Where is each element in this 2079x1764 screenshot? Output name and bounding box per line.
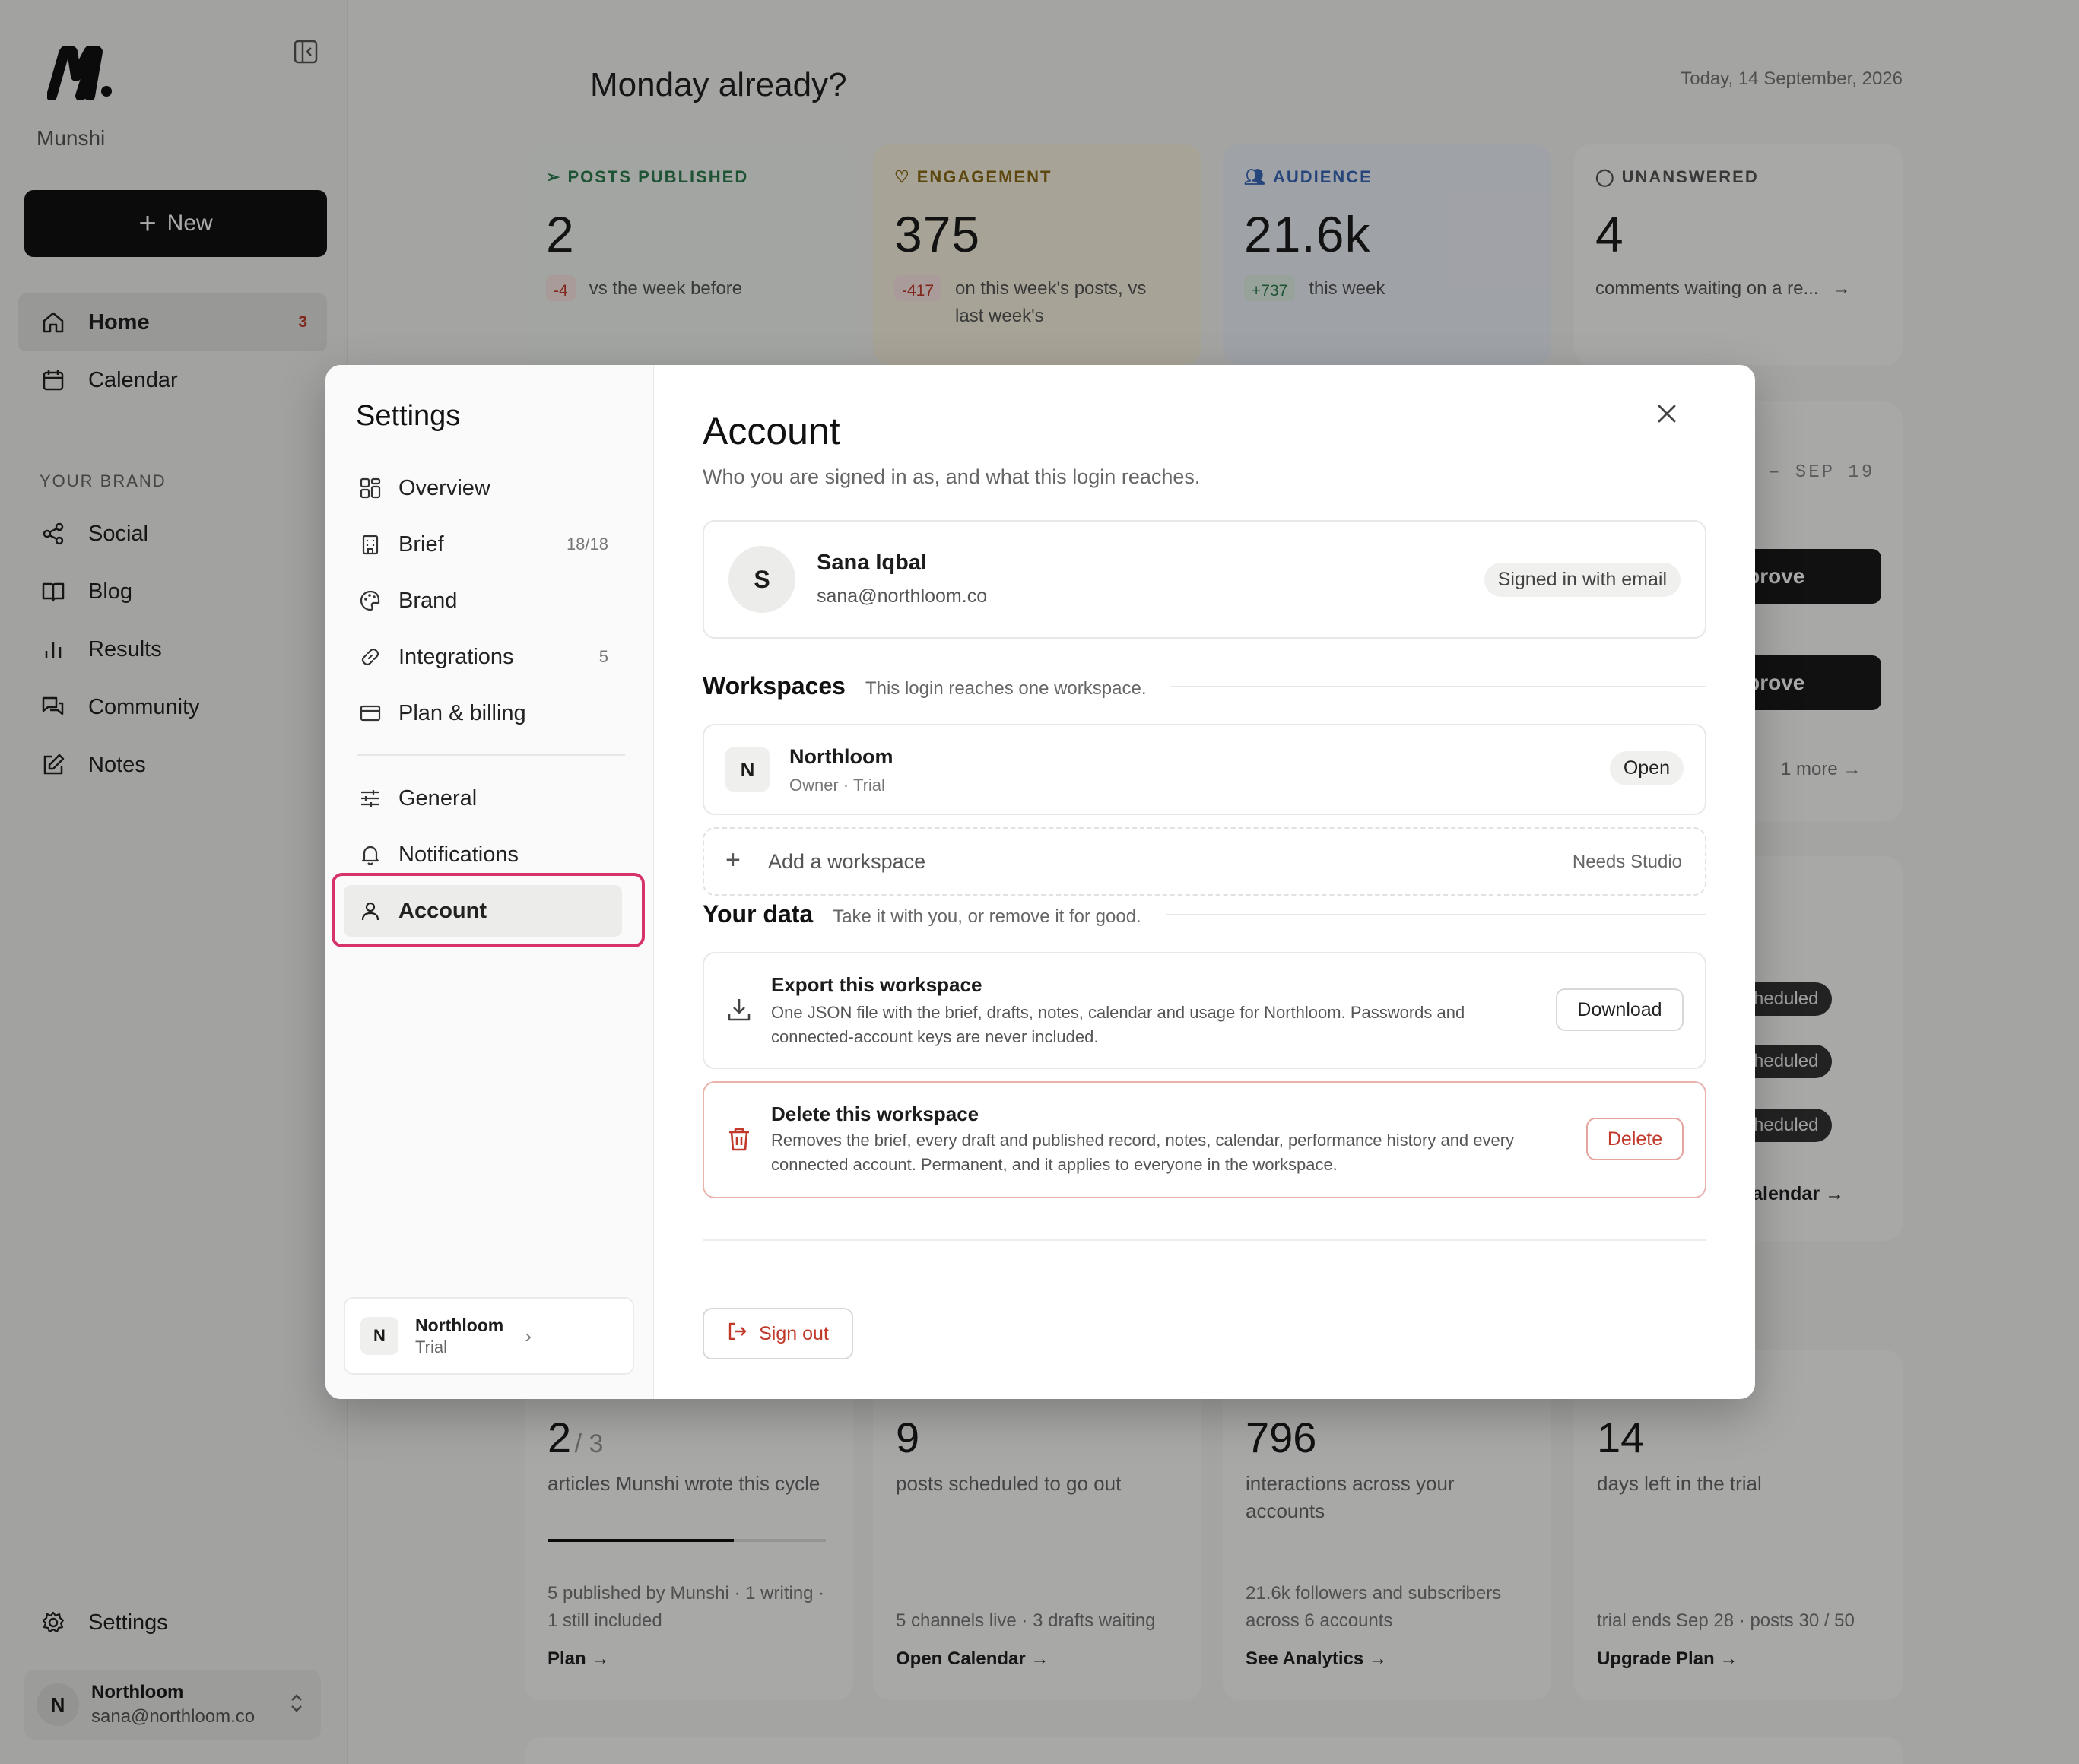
grid-icon	[357, 475, 383, 501]
menu-brand[interactable]: Brand	[344, 575, 622, 627]
account-panel: Account Who you are signed in as, and wh…	[703, 365, 1706, 1399]
menu-brief[interactable]: Brief 18/18	[344, 519, 622, 570]
section-divider	[1170, 685, 1706, 687]
menu-label: General	[398, 785, 478, 811]
export-title: Export this workspace	[771, 973, 982, 996]
menu-general[interactable]: General	[344, 773, 622, 824]
add-workspace-label: Add a workspace	[768, 850, 926, 873]
section-subtitle: Take it with you, or remove it for good.	[833, 906, 1141, 927]
avatar: S	[728, 546, 795, 613]
page-subtitle: Who you are signed in as, and what this …	[703, 465, 1201, 488]
plus-icon: +	[725, 846, 741, 874]
delete-workspace-card: Delete this workspace Removes the brief,…	[703, 1081, 1706, 1198]
link-icon	[357, 644, 383, 670]
sign-out-label: Sign out	[759, 1322, 829, 1344]
settings-menu: Settings Overview Brief 18/18 Brand Inte…	[325, 365, 654, 1399]
menu-label: Brief	[398, 531, 444, 557]
page-title: Account	[703, 410, 840, 452]
delete-description: Removes the brief, every draft and publi…	[771, 1131, 1515, 1174]
export-description: One JSON file with the brief, drafts, no…	[771, 1003, 1465, 1046]
settings-modal: Settings Overview Brief 18/18 Brand Inte…	[325, 365, 1755, 1399]
download-icon	[725, 996, 753, 1027]
signin-method-badge: Signed in with email	[1484, 563, 1681, 597]
download-button[interactable]: Download	[1556, 988, 1684, 1031]
menu-label: Plan & billing	[398, 700, 526, 725]
chevron-right-icon: ›	[525, 1324, 532, 1347]
section-title: Workspaces	[703, 672, 846, 700]
sign-out-button[interactable]: Sign out	[703, 1308, 853, 1359]
menu-integrations[interactable]: Integrations 5	[344, 631, 622, 683]
section-divider	[1165, 913, 1706, 915]
sliders-icon	[357, 785, 383, 811]
workspaces-header: Workspaces This login reaches one worksp…	[703, 672, 1706, 700]
open-workspace-button[interactable]: Open	[1609, 751, 1684, 785]
menu-count: 5	[598, 647, 608, 666]
sign-out-icon	[727, 1321, 748, 1347]
needs-studio-note: Needs Studio	[1572, 852, 1682, 872]
add-workspace-row[interactable]: + Add a workspace Needs Studio	[703, 827, 1706, 896]
signed-in-user-card: S Sana Iqbal sana@northloom.co Signed in…	[703, 520, 1706, 639]
section-title: Your data	[703, 900, 814, 928]
active-item-highlight	[332, 873, 645, 947]
workspace-name: Northloom	[789, 745, 893, 768]
bell-icon	[357, 842, 383, 868]
menu-label: Brand	[398, 588, 458, 613]
workspace-avatar: N	[725, 747, 770, 792]
menu-count: 18/18	[566, 535, 608, 554]
delete-title: Delete this workspace	[771, 1102, 979, 1125]
menu-divider	[357, 754, 625, 756]
palette-icon	[357, 588, 383, 614]
workspace-name: Northloom	[415, 1315, 504, 1335]
menu-label: Integrations	[398, 644, 514, 669]
user-name: Sana Iqbal	[817, 550, 928, 575]
export-workspace-card: Export this workspace One JSON file with…	[703, 952, 1706, 1069]
menu-label: Overview	[398, 475, 490, 500]
trash-icon	[725, 1125, 753, 1156]
workspace-switcher[interactable]: N Northloom Trial ›	[344, 1297, 634, 1375]
card-icon	[357, 700, 383, 726]
divider	[703, 1239, 1706, 1241]
workspace-plan: Trial	[415, 1337, 447, 1356]
your-data-header: Your data Take it with you, or remove it…	[703, 900, 1706, 928]
delete-button[interactable]: Delete	[1586, 1118, 1684, 1160]
menu-label: Notifications	[398, 842, 519, 867]
workspace-meta: Owner · Trial	[789, 776, 885, 795]
menu-overview[interactable]: Overview	[344, 462, 622, 514]
workspace-avatar: N	[360, 1317, 398, 1355]
building-icon	[357, 531, 383, 557]
section-subtitle: This login reaches one workspace.	[865, 678, 1147, 699]
settings-title: Settings	[356, 400, 461, 432]
menu-plan-billing[interactable]: Plan & billing	[344, 687, 622, 739]
workspace-row[interactable]: N Northloom Owner · Trial Open	[703, 724, 1706, 815]
user-email: sana@northloom.co	[817, 585, 988, 607]
